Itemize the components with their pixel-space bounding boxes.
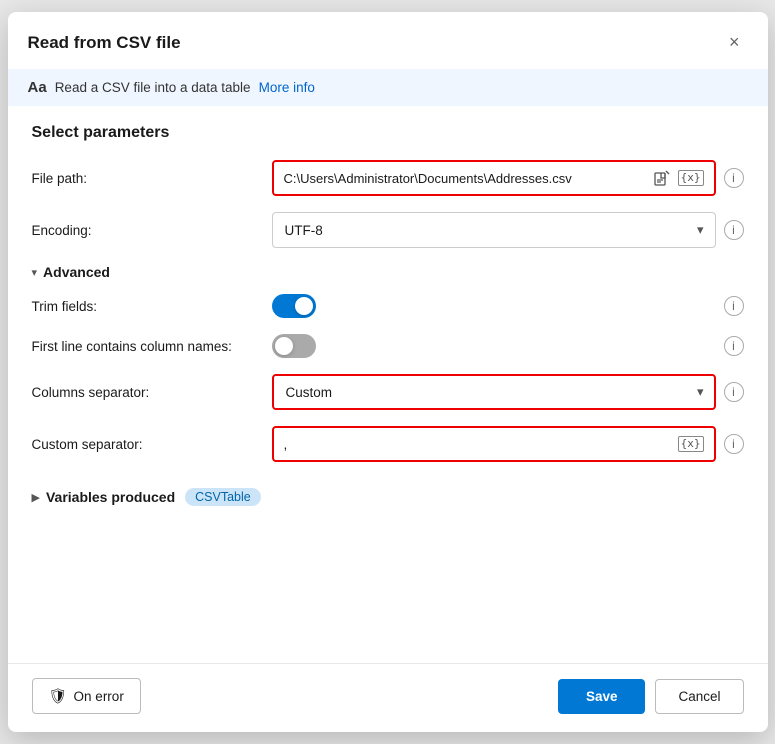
first-line-toggle-thumb [275,337,293,355]
cancel-button[interactable]: Cancel [655,679,743,714]
variables-badge: CSVTable [185,488,261,506]
custom-separator-label: Custom separator: [32,437,272,452]
first-line-info-icon[interactable]: i [724,336,744,356]
custom-separator-variable-button[interactable]: {x} [678,436,704,451]
dialog-footer: 🛡 On error Save Cancel [8,663,768,732]
dialog-header: Read from CSV file × [8,12,768,69]
on-error-button[interactable]: 🛡 On error [32,678,141,714]
advanced-label: Advanced [43,264,110,280]
first-line-row: First line contains column names: i [32,334,744,358]
custom-separator-info-icon[interactable]: i [724,434,744,454]
dialog-title: Read from CSV file [28,33,181,53]
insert-variable-button[interactable]: {x} [678,170,704,185]
info-banner: Aa Read a CSV file into a data table Mor… [8,69,768,106]
file-path-control: C:\Users\Administrator\Documents\Address… [272,160,744,196]
file-path-label: File path: [32,171,272,186]
encoding-select-wrapper: UTF-8 UTF-16 ASCII ISO-8859-1 ▾ [272,212,716,248]
encoding-control: UTF-8 UTF-16 ASCII ISO-8859-1 ▾ i [272,212,744,248]
section-title: Select parameters [32,124,744,142]
on-error-label: On error [74,689,124,704]
file-path-row: File path: C:\Users\Administrator\Docume… [32,160,744,196]
browse-file-button[interactable] [652,170,672,186]
encoding-info-icon[interactable]: i [724,220,744,240]
trim-fields-toggle[interactable] [272,294,316,318]
columns-separator-select[interactable]: System default Comma Semicolon Tab Custo… [272,374,716,410]
variables-label: Variables produced [46,489,175,505]
footer-actions: Save Cancel [558,679,744,714]
trim-fields-toggle-thumb [295,297,313,315]
columns-separator-info-icon[interactable]: i [724,382,744,402]
custom-separator-input[interactable] [284,437,678,452]
advanced-header[interactable]: ▾ Advanced [32,264,744,280]
trim-fields-control: i [272,294,744,318]
file-path-value: C:\Users\Administrator\Documents\Address… [284,171,644,186]
file-path-input[interactable]: C:\Users\Administrator\Documents\Address… [272,160,716,196]
custom-separator-row: Custom separator: {x} i [32,426,744,462]
dialog: Read from CSV file × Aa Read a CSV file … [8,12,768,732]
close-button[interactable]: × [721,28,748,57]
columns-separator-select-wrapper: System default Comma Semicolon Tab Custo… [272,374,716,410]
variables-chevron-icon: ▶ [32,491,40,504]
save-button[interactable]: Save [558,679,646,714]
columns-separator-label: Columns separator: [32,385,272,400]
columns-separator-row: Columns separator: System default Comma … [32,374,744,410]
trim-fields-toggle-wrapper [272,294,316,318]
columns-separator-control: System default Comma Semicolon Tab Custo… [272,374,744,410]
variables-row: ▶ Variables produced CSVTable [32,480,744,506]
encoding-label: Encoding: [32,223,272,238]
shield-icon: 🛡 [49,687,68,705]
advanced-chevron-icon: ▾ [32,266,38,279]
variables-toggle[interactable]: ▶ Variables produced [32,489,176,505]
encoding-row: Encoding: UTF-8 UTF-16 ASCII ISO-8859-1 … [32,212,744,248]
trim-fields-info-icon[interactable]: i [724,296,744,316]
custom-separator-input-wrapper[interactable]: {x} [272,426,716,462]
banner-description: Read a CSV file into a data table [55,80,251,95]
first-line-label: First line contains column names: [32,339,272,354]
file-path-info-icon[interactable]: i [724,168,744,188]
custom-separator-control: {x} i [272,426,744,462]
more-info-link[interactable]: More info [259,80,315,95]
encoding-select[interactable]: UTF-8 UTF-16 ASCII ISO-8859-1 [272,212,716,248]
file-path-icons: {x} [652,170,704,186]
first-line-control: i [272,334,744,358]
first-line-toggle[interactable] [272,334,316,358]
aa-label: Aa [28,79,47,96]
dialog-body: Select parameters File path: C:\Users\Ad… [8,106,768,663]
first-line-toggle-wrapper [272,334,316,358]
trim-fields-label: Trim fields: [32,299,272,314]
trim-fields-row: Trim fields: i [32,294,744,318]
advanced-section: ▾ Advanced Trim fields: i Firs [32,264,744,462]
